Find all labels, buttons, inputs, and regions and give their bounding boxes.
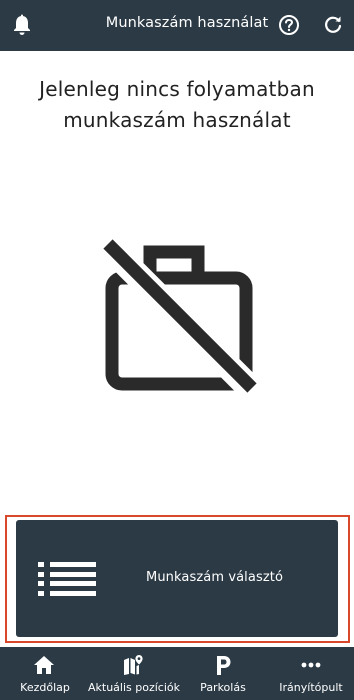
empty-state-line-2: munkaszám használat (63, 108, 291, 132)
app-root: Munkaszám használat Jelenleg nincs folya… (0, 0, 354, 700)
nav-label-dashboard: Irányítópult (279, 681, 343, 694)
top-app-bar: Munkaszám használat (0, 0, 354, 51)
map-pin-icon (124, 655, 143, 675)
selector-label: Munkaszám választó (146, 570, 284, 585)
nav-label-home: Kezdőlap (20, 681, 70, 694)
nav-item-dashboard[interactable]: Irányítópult (276, 647, 346, 700)
page-title-text: Munkaszám használat (105, 15, 269, 31)
nav-label-positions: Aktuális pozíciók (87, 681, 181, 694)
more-icon (301, 662, 321, 668)
nav-item-positions[interactable]: Aktuális pozíciók (86, 647, 182, 700)
home-icon (34, 656, 54, 674)
empty-state-message: Jelenleg nincs folyamatban munkaszám has… (0, 74, 354, 136)
empty-state-line-1: Jelenleg nincs folyamatban (39, 77, 315, 101)
nav-label-parking: Parkolás (200, 681, 246, 694)
parking-icon (217, 656, 231, 675)
work-number-selector-button[interactable]: Munkaszám választó (16, 520, 338, 637)
work-off-icon (100, 238, 270, 408)
refresh-icon[interactable] (322, 14, 344, 36)
bottom-navigation: Kezdőlap Aktuális pozíciók Parkolás Irán… (0, 647, 354, 700)
help-icon[interactable] (278, 14, 300, 36)
list-icon (38, 562, 96, 596)
nav-item-home[interactable]: Kezdőlap (14, 647, 76, 700)
nav-item-parking[interactable]: Parkolás (195, 647, 251, 700)
page-title: Munkaszám használat (0, 15, 354, 31)
